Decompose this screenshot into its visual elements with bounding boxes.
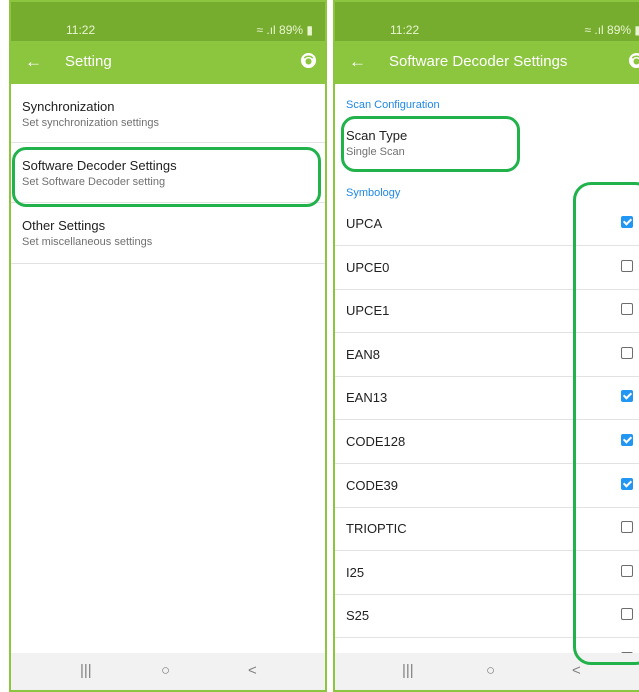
checkbox-checked[interactable]: [621, 216, 633, 228]
checkbox-unchecked[interactable]: [621, 259, 633, 272]
back-arrow-icon[interactable]: ←: [25, 52, 42, 72]
symbology-row-upce0[interactable]: UPCE0: [335, 246, 639, 290]
menu-item-title: Other Settings: [22, 218, 106, 233]
menu-item-title: Software Decoder Settings: [22, 158, 177, 173]
menu-item-software-decoder-settings[interactable]: Software Decoder Settings Set Software D…: [11, 143, 325, 203]
menu-item-title: Synchronization: [22, 99, 115, 114]
symbology-row-i25[interactable]: I25: [335, 551, 639, 595]
symbology-row-upca[interactable]: UPCA: [335, 202, 639, 246]
app-bar: ← Software Decoder Settings: [335, 41, 639, 84]
status-time: 11:22: [390, 23, 420, 37]
symbology-label: UPCE1: [346, 303, 390, 319]
section-header-scan-configuration: Scan Configuration: [346, 99, 440, 111]
back-button[interactable]: <: [248, 662, 257, 679]
status-time: 11:22: [66, 23, 96, 37]
checkbox-unchecked[interactable]: [621, 346, 633, 359]
symbology-label: CODE39: [346, 477, 399, 493]
page-title: Setting: [65, 53, 112, 70]
remote-icon[interactable]: [628, 52, 639, 69]
symbology-row-ean8[interactable]: EAN8: [335, 333, 639, 377]
scan-type-preference[interactable]: Scan Type Single Scan: [346, 128, 407, 158]
symbology-row-s25[interactable]: S25: [335, 594, 639, 639]
back-button[interactable]: <: [572, 662, 581, 679]
symbology-row-ean13[interactable]: EAN13: [335, 376, 639, 421]
symbology-label: EAN13: [346, 390, 388, 406]
navigation-bar: ||| ○ <: [11, 653, 325, 690]
menu-item-synchronization[interactable]: Synchronization Set synchronization sett…: [11, 84, 325, 143]
menu-item-subtitle: Set Software Decoder setting: [22, 176, 166, 188]
home-button[interactable]: ○: [161, 662, 170, 679]
pref-value: Single Scan: [346, 146, 405, 158]
settings-screen: 11:22 ≈ .ıl 89% ▮ ← Setting Synchronizat…: [9, 0, 327, 692]
checkbox-checked[interactable]: [621, 390, 633, 403]
symbology-row-upce1[interactable]: UPCE1: [335, 289, 639, 334]
checkbox-unchecked[interactable]: [621, 303, 633, 316]
recents-button[interactable]: |||: [402, 662, 414, 679]
symbology-label: UPCA: [346, 216, 383, 231]
symbology-label: CODE128: [346, 434, 406, 449]
checkbox-checked[interactable]: [621, 477, 633, 490]
status-bar: 11:22 ≈ .ıl 89% ▮: [11, 2, 325, 41]
checkbox-unchecked[interactable]: [621, 608, 633, 621]
symbology-label: I25: [346, 564, 365, 580]
checkbox-checked[interactable]: [621, 434, 633, 446]
menu-item-subtitle: Set synchronization settings: [22, 117, 159, 129]
recents-button[interactable]: |||: [80, 662, 92, 679]
symbology-row-code39[interactable]: CODE39: [335, 464, 639, 508]
pref-title: Scan Type: [346, 128, 408, 143]
section-header-symbology: Symbology: [346, 187, 401, 199]
checkbox-unchecked[interactable]: [621, 521, 633, 534]
status-bar: 11:22 ≈ .ıl 89% ▮: [335, 2, 639, 41]
symbology-row-code128[interactable]: CODE128: [335, 420, 639, 464]
menu-item-other-settings[interactable]: Other Settings Set miscellaneous setting…: [11, 203, 325, 264]
software-decoder-settings-screen: 11:22 ≈ .ıl 89% ▮ ← Software Decoder Set…: [333, 0, 639, 692]
symbology-label: EAN8: [346, 346, 380, 362]
symbology-label: UPCE0: [346, 259, 390, 275]
menu-item-subtitle: Set miscellaneous settings: [22, 236, 153, 248]
status-icons: ≈ .ıl 89% ▮: [256, 23, 313, 37]
remote-icon[interactable]: [300, 52, 317, 69]
home-button[interactable]: ○: [486, 662, 495, 679]
status-icons: ≈ .ıl 89% ▮: [584, 23, 639, 37]
back-arrow-icon[interactable]: ←: [349, 52, 366, 72]
app-bar: ← Setting: [11, 41, 325, 84]
navigation-bar: ||| ○ <: [335, 653, 639, 690]
symbology-row-trioptic[interactable]: TRIOPTIC: [335, 507, 639, 552]
checkbox-unchecked[interactable]: [621, 564, 633, 577]
symbology-label: S25: [346, 608, 370, 624]
page-title: Software Decoder Settings: [389, 53, 568, 70]
symbology-label: TRIOPTIC: [346, 521, 407, 537]
